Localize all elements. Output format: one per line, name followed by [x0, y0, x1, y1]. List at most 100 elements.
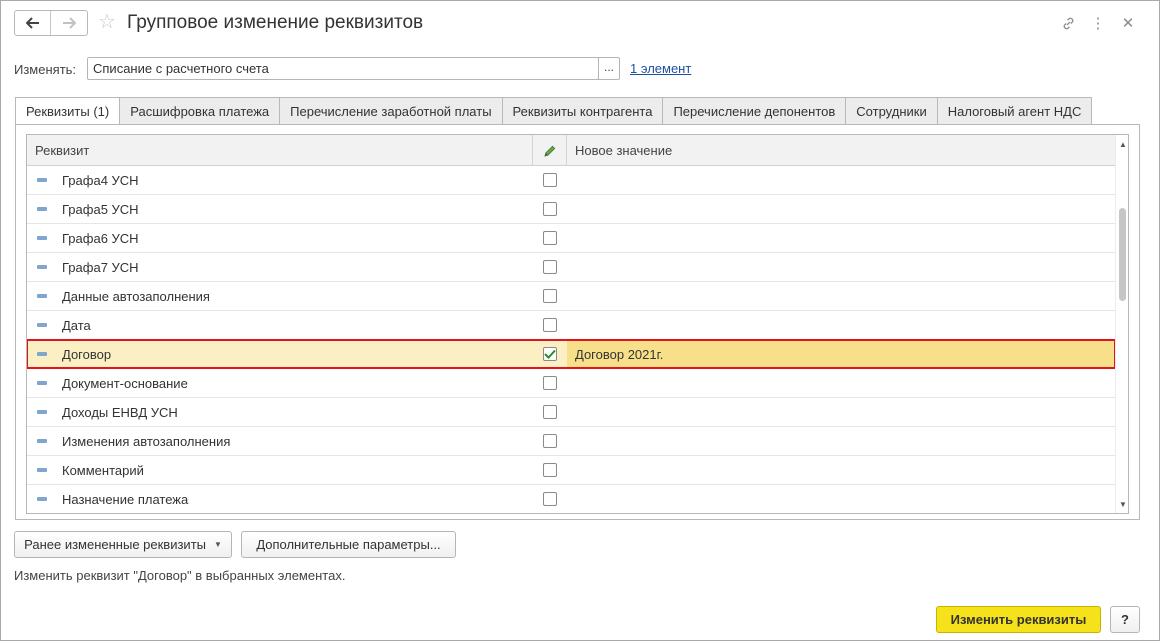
- forward-button[interactable]: [51, 11, 87, 35]
- change-checkbox[interactable]: [543, 173, 557, 187]
- change-checkbox[interactable]: [543, 260, 557, 274]
- change-checkbox[interactable]: [543, 376, 557, 390]
- requisite-name: Графа4 УСН: [62, 172, 139, 188]
- pencil-icon: [543, 145, 555, 157]
- checkmark-icon: [544, 349, 556, 359]
- change-checkbox[interactable]: [543, 231, 557, 245]
- additional-parameters-button[interactable]: Дополнительные параметры...: [241, 531, 456, 558]
- change-checkbox[interactable]: [543, 463, 557, 477]
- requisite-name: Данные автозаполнения: [62, 288, 210, 304]
- attribute-icon: [37, 236, 47, 240]
- column-header-requisite[interactable]: Реквизит: [27, 135, 533, 166]
- table-row[interactable]: Данные автозаполнения: [27, 282, 1115, 311]
- change-checkbox[interactable]: [543, 434, 557, 448]
- attribute-icon: [37, 497, 47, 501]
- tab-vat-tax-agent[interactable]: Налоговый агент НДС: [937, 97, 1093, 125]
- change-checkbox[interactable]: [543, 405, 557, 419]
- table-row[interactable]: Графа4 УСН: [27, 166, 1115, 195]
- new-value-cell[interactable]: Договор 2021г.: [567, 340, 1114, 368]
- new-value-cell[interactable]: [567, 398, 1115, 426]
- requisite-name: Графа6 УСН: [62, 230, 139, 246]
- scroll-down-icon[interactable]: ▼: [1116, 497, 1128, 511]
- arrow-right-icon: [63, 17, 76, 29]
- close-icon[interactable]: ✕: [1113, 12, 1143, 34]
- table-header: Реквизит Новое значение: [27, 135, 1115, 166]
- table-row[interactable]: Изменения автозаполнения: [27, 427, 1115, 456]
- attribute-icon: [37, 439, 47, 443]
- change-label: Изменять:: [14, 62, 77, 77]
- new-value-cell[interactable]: [567, 485, 1115, 513]
- change-object-pick-button[interactable]: ...: [598, 57, 620, 80]
- requisite-name: Договор: [62, 346, 112, 362]
- requisite-name: Графа5 УСН: [62, 201, 139, 217]
- requisite-name: Изменения автозаполнения: [62, 433, 231, 449]
- table-row[interactable]: Комментарий: [27, 456, 1115, 485]
- new-value-cell[interactable]: [567, 282, 1115, 310]
- change-checkbox-checked[interactable]: [543, 347, 557, 361]
- requisite-name: Назначение платежа: [62, 491, 189, 507]
- attribute-icon: [37, 207, 47, 211]
- dropdown-arrow-icon: ▼: [214, 540, 222, 549]
- navigation-buttons: [14, 10, 88, 36]
- favorite-star-icon[interactable]: ☆: [98, 10, 116, 34]
- window-controls: ⋮ ✕: [1053, 12, 1143, 34]
- table-row[interactable]: Документ-основание: [27, 369, 1115, 398]
- window-title: Групповое изменение реквизитов: [127, 12, 424, 33]
- more-options-icon[interactable]: ⋮: [1083, 12, 1113, 34]
- change-checkbox[interactable]: [543, 289, 557, 303]
- table-row[interactable]: Дата: [27, 311, 1115, 340]
- change-object-field[interactable]: Списание с расчетного счета: [87, 57, 599, 80]
- tab-employees[interactable]: Сотрудники: [846, 97, 938, 125]
- requisite-name: Графа7 УСН: [62, 259, 139, 275]
- tab-requisites[interactable]: Реквизиты (1): [15, 97, 121, 125]
- link-icon[interactable]: [1053, 12, 1083, 34]
- status-hint-text: Изменить реквизит "Договор" в выбранных …: [14, 568, 346, 583]
- scrollbar-thumb[interactable]: [1119, 208, 1126, 301]
- requisite-name: Доходы ЕНВД УСН: [62, 404, 178, 420]
- table-scrollbar[interactable]: ▲ ▼: [1115, 135, 1128, 513]
- tab-depositor-transfer[interactable]: Перечисление депонентов: [663, 97, 847, 125]
- requisite-name: Дата: [62, 317, 91, 333]
- new-value-cell[interactable]: [567, 195, 1115, 223]
- new-value-cell[interactable]: [567, 456, 1115, 484]
- new-value-cell[interactable]: [567, 253, 1115, 281]
- tab-salary-transfer[interactable]: Перечисление заработной платы: [280, 97, 503, 125]
- change-checkbox[interactable]: [543, 318, 557, 332]
- new-value-cell[interactable]: [567, 369, 1115, 397]
- help-button[interactable]: ?: [1110, 606, 1140, 633]
- new-value-cell[interactable]: [567, 224, 1115, 252]
- selected-elements-link[interactable]: 1 элемент: [630, 61, 691, 76]
- tab-payment-breakdown[interactable]: Расшифровка платежа: [120, 97, 281, 125]
- group-edit-window: ☆ Групповое изменение реквизитов ⋮ ✕ Изм…: [0, 0, 1160, 641]
- tabs-bar: Реквизиты (1) Расшифровка платежа Перечи…: [15, 97, 1093, 125]
- previously-changed-label: Ранее измененные реквизиты: [24, 537, 206, 552]
- attribute-icon: [37, 323, 47, 327]
- new-value-cell[interactable]: [567, 311, 1115, 339]
- table-row[interactable]: Графа6 УСН: [27, 224, 1115, 253]
- change-checkbox[interactable]: [543, 202, 557, 216]
- table-row-selected[interactable]: Договор Договор 2021г.: [27, 339, 1116, 369]
- attribute-icon: [37, 294, 47, 298]
- attribute-icon: [37, 468, 47, 472]
- table-row[interactable]: Назначение платежа: [27, 485, 1115, 513]
- table-row[interactable]: Графа7 УСН: [27, 253, 1115, 282]
- scroll-up-icon[interactable]: ▲: [1116, 137, 1128, 151]
- tab-counterparty-requisites[interactable]: Реквизиты контрагента: [502, 97, 664, 125]
- requisite-name: Документ-основание: [62, 375, 188, 391]
- back-button[interactable]: [15, 11, 52, 35]
- new-value-cell[interactable]: [567, 166, 1115, 194]
- previously-changed-button[interactable]: Ранее измененные реквизиты ▼: [14, 531, 232, 558]
- table-row[interactable]: Доходы ЕНВД УСН: [27, 398, 1115, 427]
- change-checkbox[interactable]: [543, 492, 557, 506]
- new-value-cell[interactable]: [567, 427, 1115, 455]
- table-row[interactable]: Графа5 УСН: [27, 195, 1115, 224]
- column-header-flag[interactable]: [533, 135, 567, 166]
- arrow-left-icon: [25, 17, 39, 29]
- table-body: Графа4 УСН Графа5 УСН Графа6 УСН Графа7 …: [27, 166, 1116, 513]
- requisite-name: Комментарий: [62, 462, 144, 478]
- attribute-icon: [37, 265, 47, 269]
- attribute-icon: [37, 381, 47, 385]
- apply-changes-button[interactable]: Изменить реквизиты: [936, 606, 1101, 633]
- attribute-icon: [37, 352, 47, 356]
- column-header-new-value[interactable]: Новое значение: [567, 135, 1115, 166]
